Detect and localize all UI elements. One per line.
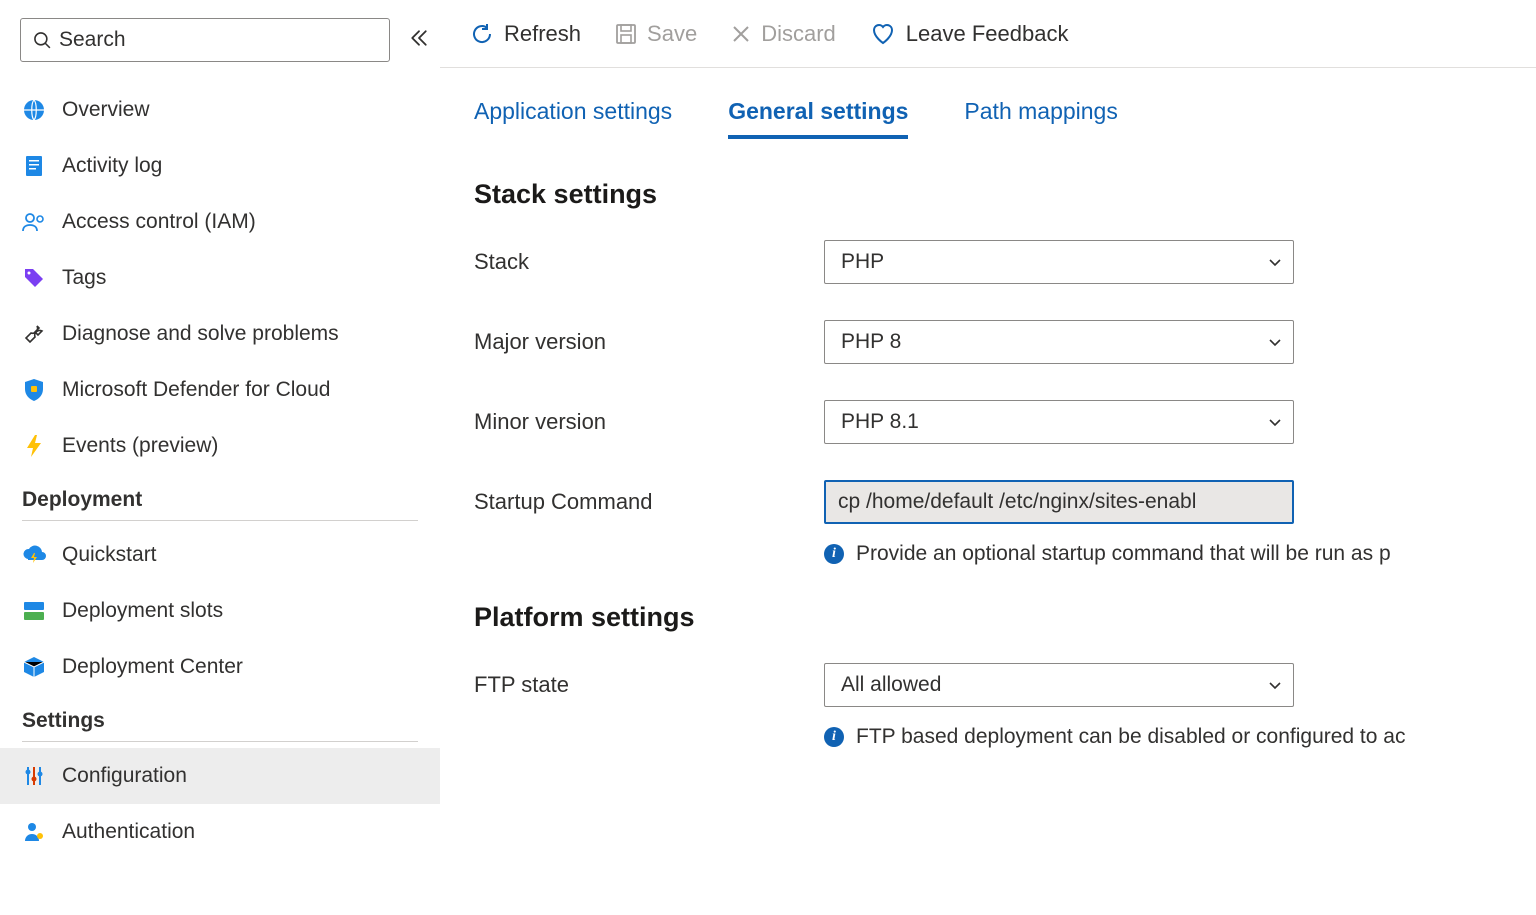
slots-icon	[22, 599, 46, 623]
nav-label: Tags	[62, 266, 106, 290]
nav-label: Activity log	[62, 154, 162, 178]
nav-deployment-slots[interactable]: Deployment slots	[0, 583, 440, 639]
nav-authentication[interactable]: Authentication	[0, 804, 440, 860]
stack-settings-heading: Stack settings	[474, 179, 1502, 210]
nav-events[interactable]: Events (preview)	[0, 418, 440, 474]
cloud-lightning-icon	[22, 543, 46, 567]
save-button[interactable]: Save	[615, 21, 697, 47]
minor-version-select[interactable]: PHP 8.1	[824, 400, 1294, 444]
major-version-select[interactable]: PHP 8	[824, 320, 1294, 364]
nav-label: Configuration	[62, 764, 187, 788]
section-settings: Settings	[0, 695, 440, 741]
people-icon	[22, 210, 46, 234]
select-value: All allowed	[841, 673, 941, 697]
select-value: PHP 8.1	[841, 410, 919, 434]
startup-command-input[interactable]	[824, 480, 1294, 524]
sidebar: Search Overview Activity log Access cont…	[0, 0, 440, 915]
nav-diagnose[interactable]: Diagnose and solve problems	[0, 306, 440, 362]
tab-path-mappings[interactable]: Path mappings	[964, 98, 1117, 139]
lightning-icon	[22, 434, 46, 458]
close-icon	[731, 24, 751, 44]
divider	[22, 520, 418, 521]
nav-label: Quickstart	[62, 543, 157, 567]
tab-general-settings[interactable]: General settings	[728, 98, 908, 139]
wrench-icon	[22, 322, 46, 346]
sliders-icon	[22, 764, 46, 788]
toolbar-label: Leave Feedback	[906, 21, 1069, 47]
select-value: PHP 8	[841, 330, 901, 354]
nav-quickstart[interactable]: Quickstart	[0, 527, 440, 583]
minor-version-label: Minor version	[474, 409, 824, 435]
divider	[22, 741, 418, 742]
heart-icon	[870, 22, 896, 46]
search-placeholder: Search	[59, 28, 126, 52]
nav-label: Microsoft Defender for Cloud	[62, 378, 330, 402]
refresh-button[interactable]: Refresh	[470, 21, 581, 47]
section-deployment: Deployment	[0, 474, 440, 520]
box-icon	[22, 655, 46, 679]
info-text: FTP based deployment can be disabled or …	[856, 725, 1405, 749]
tag-icon	[22, 266, 46, 290]
chevron-down-icon	[1267, 677, 1283, 693]
nav-label: Diagnose and solve problems	[62, 322, 339, 346]
nav-label: Access control (IAM)	[62, 210, 256, 234]
log-icon	[22, 154, 46, 178]
chevron-down-icon	[1267, 414, 1283, 430]
feedback-button[interactable]: Leave Feedback	[870, 21, 1069, 47]
nav-label: Deployment Center	[62, 655, 243, 679]
search-icon	[33, 31, 51, 49]
nav-defender[interactable]: Microsoft Defender for Cloud	[0, 362, 440, 418]
stack-select[interactable]: PHP	[824, 240, 1294, 284]
refresh-icon	[470, 22, 494, 46]
ftp-state-info: i FTP based deployment can be disabled o…	[824, 725, 1502, 749]
main-panel: Refresh Save Discard Leave Feedback Appl…	[440, 0, 1536, 915]
nav-tags[interactable]: Tags	[0, 250, 440, 306]
toolbar-label: Discard	[761, 21, 836, 47]
startup-command-label: Startup Command	[474, 489, 824, 515]
globe-icon	[22, 98, 46, 122]
chevron-down-icon	[1267, 254, 1283, 270]
content-area: Application settings General settings Pa…	[440, 68, 1536, 915]
ftp-state-select[interactable]: All allowed	[824, 663, 1294, 707]
stack-label: Stack	[474, 249, 824, 275]
platform-settings-heading: Platform settings	[474, 602, 1502, 633]
nav-label: Authentication	[62, 820, 195, 844]
tab-application-settings[interactable]: Application settings	[474, 98, 672, 139]
nav-deployment-center[interactable]: Deployment Center	[0, 639, 440, 695]
shield-icon	[22, 378, 46, 402]
startup-command-info: i Provide an optional startup command th…	[824, 542, 1502, 566]
discard-button[interactable]: Discard	[731, 21, 836, 47]
info-icon: i	[824, 727, 844, 747]
nav-overview[interactable]: Overview	[0, 82, 440, 138]
collapse-sidebar-button[interactable]	[410, 29, 428, 52]
ftp-state-label: FTP state	[474, 672, 824, 698]
nav-activity-log[interactable]: Activity log	[0, 138, 440, 194]
nav-configuration[interactable]: Configuration	[0, 748, 440, 804]
toolbar-label: Save	[647, 21, 697, 47]
nav-label: Deployment slots	[62, 599, 223, 623]
nav-access-control[interactable]: Access control (IAM)	[0, 194, 440, 250]
toolbar-label: Refresh	[504, 21, 581, 47]
toolbar: Refresh Save Discard Leave Feedback	[440, 0, 1536, 68]
chevron-double-left-icon	[410, 29, 428, 47]
search-input[interactable]: Search	[20, 18, 390, 62]
save-icon	[615, 23, 637, 45]
tabs: Application settings General settings Pa…	[474, 98, 1502, 139]
info-text: Provide an optional startup command that…	[856, 542, 1391, 566]
nav-label: Events (preview)	[62, 434, 218, 458]
major-version-label: Major version	[474, 329, 824, 355]
person-key-icon	[22, 820, 46, 844]
chevron-down-icon	[1267, 334, 1283, 350]
select-value: PHP	[841, 250, 884, 274]
info-icon: i	[824, 544, 844, 564]
nav-label: Overview	[62, 98, 150, 122]
